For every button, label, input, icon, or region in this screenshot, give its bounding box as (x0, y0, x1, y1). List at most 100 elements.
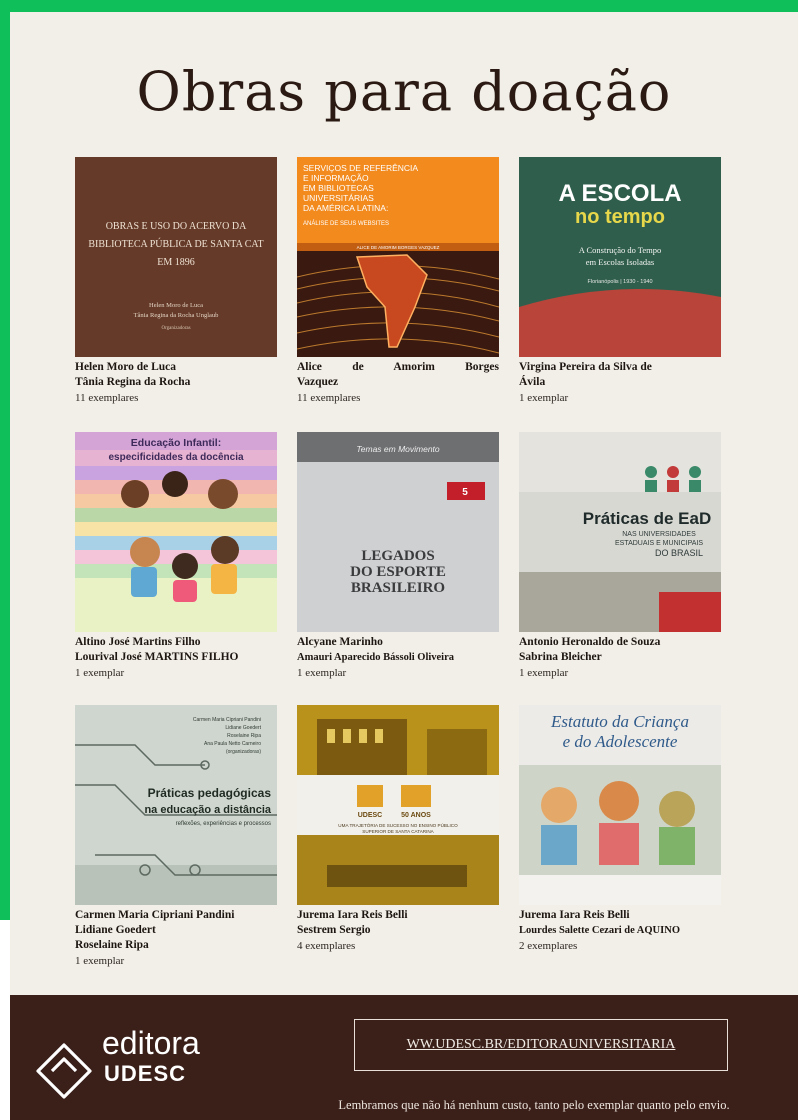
cover-text: NAS UNIVERSIDADES (622, 531, 696, 538)
cover-text: UNIVERSITÁRIAS (303, 193, 374, 203)
author-name: Antonio Heronaldo de Souza (519, 636, 661, 648)
cover-text: Estatuto da Criança (550, 712, 689, 731)
cover-text: Helen Moro de Luca (149, 302, 203, 309)
book-card-3[interactable]: A ESCOLA no tempo A Construção do Tempo … (519, 157, 721, 404)
book-cover-1[interactable]: OBRAS E USO DO ACERVO DA BIBLIOTECA PÚBL… (75, 157, 277, 357)
book-authors: Virgina Pereira da Silva de Ávila (519, 360, 721, 390)
cover-text: A ESCOLA (558, 180, 681, 207)
cover-text: DO ESPORTE (350, 564, 446, 580)
book-cover-6[interactable]: Práticas de EaD NAS UNIVERSIDADES ESTADU… (519, 432, 721, 632)
copies-count: 1 exemplar (519, 667, 569, 679)
cover-text: EM BIBLIOTECAS (303, 183, 374, 193)
book-authors: Jurema Iara Reis Belli Lourdes Salette C… (519, 908, 721, 938)
book-authors: Helen Moro de Luca Tânia Regina da Rocha (75, 360, 277, 390)
book-authors: Alice de Amorim Borges Vazquez (297, 360, 499, 390)
cover-text: A Construção do Tempo (579, 245, 662, 255)
cover-text: Práticas pedagógicas (148, 786, 272, 800)
copies-count: 4 exemplares (297, 940, 356, 952)
book-authors: Carmen Maria Cipriani Pandini Lidiane Go… (75, 908, 277, 953)
book-card-2[interactable]: SERVIÇOS DE REFERÊNCIA E INFORMAÇÃO EM B… (297, 157, 499, 404)
cover-text: Educação Infantil: (131, 437, 221, 449)
author-name: Altino José Martins Filho (75, 636, 201, 648)
author-name: Alice de Amorim Borges (297, 361, 499, 373)
cover-text: 50 ANOS (401, 812, 431, 819)
author-name: Vazquez (297, 376, 339, 388)
book-cover-2[interactable]: SERVIÇOS DE REFERÊNCIA E INFORMAÇÃO EM B… (297, 157, 499, 357)
cover-text: Práticas de EaD (583, 509, 712, 528)
page-title: Obras para doação (136, 60, 672, 123)
book-cover-4[interactable]: Educação Infantil: especificidades da do… (75, 432, 277, 632)
cover-text: OBRAS E USO DO ACERVO DA (106, 221, 247, 232)
cover-text: Ana Paula Netto Carneiro (204, 741, 261, 747)
cover-text: UMA TRAJETÓRIA DE SUCESSO NO ENSINO PÚBL… (338, 822, 458, 828)
cover-text: ALICE DE AMORIM BORGES VAZQUEZ (357, 245, 440, 250)
cover-text: em Escolas Isoladas (586, 257, 654, 267)
cover-text: no tempo (575, 206, 665, 228)
green-left-border (0, 0, 10, 920)
author-name: Virgina Pereira da Silva de (519, 361, 652, 373)
cover-text: ESTADUAIS E MUNICIPAIS (615, 540, 703, 547)
cover-text: Florianópolis | 1930 - 1940 (587, 279, 652, 285)
copies-count: 11 exemplares (75, 392, 139, 404)
book-card-7[interactable]: Carmen Maria Cipriani Pandini Lidiane Go… (75, 705, 277, 967)
book-cover-5[interactable]: Temas em Movimento 5 LEGADOS DO ESPORTE … (297, 432, 499, 632)
copies-count: 1 exemplar (75, 955, 125, 967)
book-cover-3[interactable]: A ESCOLA no tempo A Construção do Tempo … (519, 157, 721, 357)
cover-text: e do Adolescente (563, 732, 678, 751)
cover-text: Lidiane Goedert (225, 725, 261, 731)
copies-count: 1 exemplar (75, 667, 125, 679)
book-authors: Alcyane Marinho Amauri Aparecido Bássoli… (297, 635, 499, 665)
cover-text: BIBLIOTECA PÚBLICA DE SANTA CAT (88, 238, 263, 250)
book-cover-7[interactable]: Carmen Maria Cipriani Pandini Lidiane Go… (75, 705, 277, 905)
book-card-8[interactable]: UDESC 50 ANOS UMA TRAJETÓRIA DE SUCESSO … (297, 705, 499, 952)
cover-text: especificidades da docência (108, 452, 243, 463)
cover-text: Organizadoras (161, 326, 190, 331)
book-card-1[interactable]: OBRAS E USO DO ACERVO DA BIBLIOTECA PÚBL… (75, 157, 277, 404)
cover-text: SUPERIOR DE SANTA CATARINA (362, 829, 434, 834)
footer-note: Lembramos que não há nenhum custo, tanto… (338, 1098, 730, 1112)
author-name: Sabrina Bleicher (519, 651, 602, 663)
author-name: Ávila (519, 376, 546, 388)
cover-text: Tânia Regina da Rocha Unglaub (134, 312, 219, 319)
cover-text: SERVIÇOS DE REFERÊNCIA (303, 163, 418, 173)
cover-text: DA AMÉRICA LATINA: (303, 203, 388, 213)
author-name: Alcyane Marinho (297, 636, 383, 648)
author-name: Sestrem Sergio (297, 924, 371, 936)
footer: editora UDESC WW.UDESC.BR/EDITORAUNIVERS… (10, 995, 798, 1120)
logo-subtext: UDESC (104, 1061, 187, 1086)
author-name: Lourival José MARTINS FILHO (75, 651, 239, 663)
book-cover-9[interactable]: Estatuto da Criança e do Adolescente (519, 705, 721, 905)
cover-text: na educação a distância (144, 804, 271, 816)
cover-text: LEGADOS (361, 548, 434, 564)
book-card-4[interactable]: Educação Infantil: especificidades da do… (75, 432, 277, 679)
author-name: Amauri Aparecido Bássoli Oliveira (297, 652, 455, 663)
cover-text: DO BRASIL (655, 548, 703, 558)
poster: Obras para doação OBRAS E USO DO ACERVO … (10, 12, 798, 1120)
green-top-border (0, 0, 798, 12)
author-name: Roselaine Ripa (75, 939, 149, 951)
cover-text: UDESC (358, 812, 383, 819)
cover-text: EM 1896 (157, 257, 195, 268)
cover-text: Temas em Movimento (356, 444, 440, 454)
copies-count: 11 exemplares (297, 392, 361, 404)
author-name: Jurema Iara Reis Belli (297, 909, 408, 921)
cover-text: Carmen Maria Cipriani Pandini (193, 717, 261, 723)
author-name: Tânia Regina da Rocha (75, 376, 191, 388)
author-name: Carmen Maria Cipriani Pandini (75, 909, 235, 921)
book-cover-8[interactable]: UDESC 50 ANOS UMA TRAJETÓRIA DE SUCESSO … (297, 705, 499, 905)
editora-logo-icon (36, 1043, 92, 1099)
book-card-9[interactable]: Estatuto da Criança e do Adolescente Jur… (519, 705, 721, 952)
cover-text: reflexões, experiências e processos (176, 821, 271, 827)
book-card-5[interactable]: Temas em Movimento 5 LEGADOS DO ESPORTE … (297, 432, 499, 679)
logo-text: editora (102, 1025, 200, 1061)
book-authors: Antonio Heronaldo de Souza Sabrina Bleic… (519, 635, 721, 665)
cover-text: ANÁLISE DE SEUS WEBSITES (303, 220, 389, 227)
book-card-6[interactable]: Práticas de EaD NAS UNIVERSIDADES ESTADU… (519, 432, 721, 679)
author-name: Lidiane Goedert (75, 924, 156, 936)
cover-text: Roselaine Ripa (227, 733, 261, 739)
book-authors: Jurema Iara Reis Belli Sestrem Sergio (297, 908, 499, 938)
cover-text: BRASILEIRO (351, 580, 445, 596)
website-link[interactable]: WW.UDESC.BR/EDITORAUNIVERSITARIA (354, 1019, 728, 1071)
book-authors: Altino José Martins Filho Lourival José … (75, 635, 277, 665)
cover-text: E INFORMAÇÃO (303, 173, 369, 183)
